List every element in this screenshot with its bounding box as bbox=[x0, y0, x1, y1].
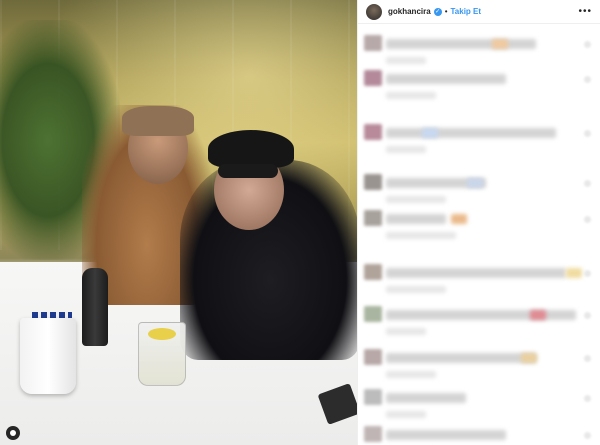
comment-item[interactable] bbox=[358, 306, 600, 336]
comment-avatar[interactable] bbox=[364, 174, 382, 190]
comment-emoji-redacted bbox=[566, 268, 582, 278]
comment-emoji-redacted bbox=[450, 214, 467, 224]
like-icon[interactable] bbox=[584, 312, 591, 319]
comment-text-redacted bbox=[386, 268, 566, 278]
flat-cap bbox=[122, 106, 194, 136]
user-tag-icon[interactable] bbox=[6, 426, 20, 440]
comment-text-redacted bbox=[386, 430, 506, 440]
comment-emoji-redacted bbox=[521, 353, 537, 363]
comment-text-redacted bbox=[386, 74, 506, 84]
like-icon[interactable] bbox=[584, 76, 591, 83]
comment-item[interactable] bbox=[358, 389, 600, 419]
comment-item[interactable] bbox=[358, 35, 600, 65]
like-icon[interactable] bbox=[584, 395, 591, 402]
comment-avatar[interactable] bbox=[364, 70, 382, 86]
black-cap bbox=[208, 130, 294, 168]
comment-avatar[interactable] bbox=[364, 35, 382, 51]
comment-emoji-redacted bbox=[530, 310, 546, 320]
comment-avatar[interactable] bbox=[364, 349, 382, 365]
comment-meta-redacted bbox=[386, 286, 446, 293]
like-icon[interactable] bbox=[584, 355, 591, 362]
separator-dot: • bbox=[444, 7, 448, 16]
comment-item[interactable] bbox=[358, 264, 600, 294]
pepper-grinder bbox=[82, 268, 108, 346]
like-icon[interactable] bbox=[584, 180, 591, 187]
comment-item[interactable] bbox=[358, 174, 600, 204]
packet-holder bbox=[20, 318, 76, 394]
post-sidebar: gokhancira ✓ • Takip Et ••• bbox=[357, 0, 600, 445]
comment-meta-redacted bbox=[386, 92, 436, 99]
post-header: gokhancira ✓ • Takip Et ••• bbox=[358, 0, 600, 24]
like-icon[interactable] bbox=[584, 432, 591, 439]
comment-meta-redacted bbox=[386, 371, 436, 378]
comment-emoji-redacted bbox=[467, 178, 483, 188]
comment-meta-redacted bbox=[386, 328, 426, 335]
comment-text-redacted bbox=[386, 310, 576, 320]
comment-text-redacted bbox=[386, 214, 446, 224]
comment-item[interactable] bbox=[358, 349, 600, 379]
profile-avatar[interactable] bbox=[366, 3, 382, 20]
like-icon[interactable] bbox=[584, 216, 591, 223]
comment-item[interactable] bbox=[358, 210, 600, 240]
comment-item[interactable] bbox=[358, 426, 600, 445]
comment-avatar[interactable] bbox=[364, 124, 382, 140]
comment-meta-redacted bbox=[386, 411, 426, 418]
follow-button[interactable]: Takip Et bbox=[451, 7, 482, 16]
verified-badge-icon: ✓ bbox=[433, 7, 442, 16]
comment-item[interactable] bbox=[358, 124, 600, 154]
comment-meta-redacted bbox=[386, 146, 426, 153]
username-link[interactable]: gokhancira bbox=[388, 7, 431, 16]
comment-text-redacted bbox=[386, 393, 466, 403]
comment-emoji-redacted bbox=[422, 128, 438, 138]
comments-list[interactable] bbox=[358, 24, 600, 445]
comment-emoji-redacted bbox=[492, 39, 509, 49]
like-icon[interactable] bbox=[584, 130, 591, 137]
comment-avatar[interactable] bbox=[364, 210, 382, 226]
lemon-slice bbox=[148, 328, 176, 340]
comment-text-redacted bbox=[386, 353, 536, 363]
comment-avatar[interactable] bbox=[364, 426, 382, 442]
comment-item[interactable] bbox=[358, 70, 600, 100]
comment-meta-redacted bbox=[386, 196, 446, 203]
comment-meta-redacted bbox=[386, 232, 456, 239]
more-options-icon[interactable]: ••• bbox=[578, 6, 592, 17]
comment-avatar[interactable] bbox=[364, 306, 382, 322]
comment-avatar[interactable] bbox=[364, 389, 382, 405]
comment-text-redacted bbox=[386, 39, 536, 49]
post-photo[interactable] bbox=[0, 0, 357, 445]
comment-avatar[interactable] bbox=[364, 264, 382, 280]
like-icon[interactable] bbox=[584, 270, 591, 277]
comment-meta-redacted bbox=[386, 57, 426, 64]
like-icon[interactable] bbox=[584, 41, 591, 48]
comment-text-redacted bbox=[386, 128, 556, 138]
sunglasses bbox=[218, 164, 278, 178]
